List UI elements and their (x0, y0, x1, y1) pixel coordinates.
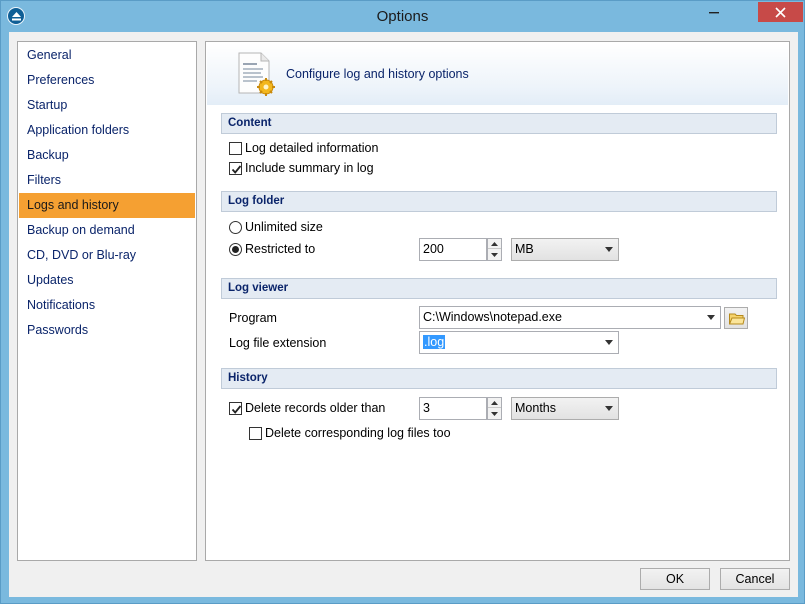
restricted-to-radio[interactable] (229, 243, 242, 256)
browse-program-button[interactable] (724, 307, 748, 329)
log-detailed-label[interactable]: Log detailed information (245, 141, 378, 155)
sidebar-item-logs-and-history[interactable]: Logs and history (19, 193, 195, 218)
spin-down-button[interactable] (488, 250, 501, 260)
sidebar-item-filters[interactable]: Filters (19, 168, 195, 193)
title-bar[interactable]: Options (1, 1, 804, 32)
chevron-down-icon (605, 340, 613, 345)
sidebar-item-updates[interactable]: Updates (19, 268, 195, 293)
section-history-header: History (221, 368, 777, 389)
history-age-input[interactable]: 3 (419, 397, 487, 420)
settings-panel: Configure log and history options Conten… (205, 41, 790, 561)
log-size-spinner[interactable] (487, 238, 502, 261)
program-label: Program (229, 311, 277, 325)
checkmark-icon (231, 165, 242, 174)
program-value: C:\Windows\notepad.exe (423, 310, 562, 324)
category-list[interactable]: General Preferences Startup Application … (17, 41, 197, 561)
ok-button[interactable]: OK (640, 568, 710, 590)
delete-log-files-label[interactable]: Delete corresponding log files too (265, 426, 451, 440)
delete-log-files-checkbox[interactable] (249, 427, 262, 440)
options-window: Options General Preferences Startup Appl… (0, 0, 805, 604)
sidebar-item-backup[interactable]: Backup (19, 143, 195, 168)
log-size-unit-value: MB (515, 242, 534, 256)
include-summary-checkbox[interactable] (229, 162, 242, 175)
log-size-input[interactable]: 200 (419, 238, 487, 261)
chevron-down-icon (605, 247, 613, 252)
chevron-down-icon (491, 412, 498, 416)
log-file-extension-label: Log file extension (229, 336, 327, 350)
spin-down-button[interactable] (488, 409, 501, 419)
close-button[interactable] (758, 2, 803, 22)
log-file-gear-icon (238, 52, 275, 96)
log-size-unit-dropdown[interactable]: MB (511, 238, 619, 261)
sidebar-item-passwords[interactable]: Passwords (19, 318, 195, 343)
radio-dot (232, 246, 239, 253)
include-summary-label[interactable]: Include summary in log (245, 161, 374, 175)
section-log-folder-header: Log folder (221, 191, 777, 212)
sidebar-item-backup-on-demand[interactable]: Backup on demand (19, 218, 195, 243)
program-combobox[interactable]: C:\Windows\notepad.exe (419, 306, 721, 329)
unlimited-size-label[interactable]: Unlimited size (245, 220, 323, 234)
spin-up-button[interactable] (488, 239, 501, 249)
log-detailed-checkbox[interactable] (229, 142, 242, 155)
chevron-up-icon (491, 400, 498, 405)
sidebar-item-preferences[interactable]: Preferences (19, 68, 195, 93)
panel-header: Configure log and history options (207, 43, 788, 105)
sidebar-item-general[interactable]: General (19, 43, 195, 68)
folder-icon (729, 313, 745, 325)
cancel-button[interactable]: Cancel (720, 568, 790, 590)
log-extension-value[interactable]: .log (423, 335, 446, 349)
history-age-unit-value: Months (515, 401, 556, 415)
restricted-to-label[interactable]: Restricted to (245, 242, 315, 256)
spin-up-button[interactable] (488, 398, 501, 408)
delete-older-label[interactable]: Delete records older than (245, 401, 385, 415)
minimize-icon (709, 12, 719, 14)
sidebar-item-notifications[interactable]: Notifications (19, 293, 195, 318)
minimize-button[interactable] (701, 2, 727, 22)
chevron-down-icon (605, 406, 613, 411)
sidebar-item-cd-dvd-bluray[interactable]: CD, DVD or Blu-ray (19, 243, 195, 268)
history-age-spinner[interactable] (487, 397, 502, 420)
sidebar-item-application-folders[interactable]: Application folders (19, 118, 195, 143)
log-extension-combobox[interactable]: .log (419, 331, 619, 354)
dialog-client-area: General Preferences Startup Application … (9, 32, 798, 597)
section-log-viewer-header: Log viewer (221, 278, 777, 299)
chevron-down-icon (491, 253, 498, 257)
history-age-unit-dropdown[interactable]: Months (511, 397, 619, 420)
chevron-up-icon (491, 241, 498, 246)
unlimited-size-radio[interactable] (229, 221, 242, 234)
checkmark-icon (231, 405, 242, 414)
sidebar-item-startup[interactable]: Startup (19, 93, 195, 118)
chevron-down-icon (707, 315, 715, 320)
section-content-header: Content (221, 113, 777, 134)
window-title: Options (376, 8, 429, 25)
close-icon (775, 6, 786, 18)
panel-title: Configure log and history options (286, 67, 469, 81)
delete-older-checkbox[interactable] (229, 402, 242, 415)
